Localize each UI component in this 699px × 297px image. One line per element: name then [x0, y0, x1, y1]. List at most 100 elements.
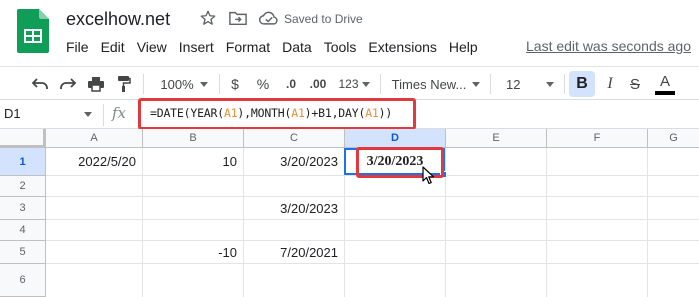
cell-g2[interactable]	[648, 176, 699, 197]
column-header-a[interactable]: A	[46, 129, 143, 148]
zoom-value: 100%	[160, 76, 194, 92]
formula-input[interactable]: =DATE(YEAR(A1),MONTH(A1)+B1,DAY(A1))	[150, 106, 392, 120]
increase-decimal-button[interactable]: .00	[305, 67, 331, 101]
menu-view[interactable]: View	[131, 38, 173, 58]
text-color-button[interactable]: A	[654, 67, 676, 101]
cell-g4[interactable]	[648, 220, 699, 241]
cell-a2[interactable]	[46, 176, 143, 197]
cell-f4[interactable]	[547, 220, 648, 241]
cell-d4[interactable]	[345, 220, 446, 241]
column-header-d[interactable]: D	[345, 129, 446, 148]
row-header-6[interactable]: 6	[0, 264, 46, 297]
row-header-3[interactable]: 3	[0, 197, 46, 220]
column-header-e[interactable]: E	[446, 129, 547, 148]
percent-format-button[interactable]: %	[254, 67, 272, 101]
cell-a3[interactable]	[46, 197, 143, 220]
fx-icon: fx	[112, 104, 127, 122]
cell-f3[interactable]	[547, 197, 648, 220]
bold-button[interactable]: B	[569, 71, 595, 97]
toolbar-divider	[490, 74, 491, 94]
row-header-2[interactable]: 2	[0, 176, 46, 197]
row-header-5[interactable]: 5	[0, 241, 46, 264]
toolbar-divider	[219, 74, 220, 94]
cell-a1[interactable]: 2022/5/20	[46, 148, 143, 176]
undo-button[interactable]	[30, 67, 50, 101]
font-family-select[interactable]: Times New...	[388, 67, 484, 101]
cell-b1[interactable]: 10	[143, 148, 244, 176]
menu-data[interactable]: Data	[276, 38, 318, 58]
cell-c2[interactable]	[244, 176, 345, 197]
spreadsheet-grid: A B C D E F G 1 2 3 4 5 6 2022/5/20 10 3…	[0, 129, 699, 297]
cell-d6[interactable]	[345, 264, 446, 297]
select-all-corner[interactable]	[0, 129, 46, 148]
cell-b4[interactable]	[143, 220, 244, 241]
zoom-select[interactable]: 100%	[152, 67, 216, 101]
italic-button[interactable]: I	[601, 67, 619, 101]
menu-format[interactable]: Format	[220, 38, 276, 58]
menu-help[interactable]: Help	[443, 38, 484, 58]
more-formats-select[interactable]: 123	[336, 67, 372, 101]
cell-f5[interactable]	[547, 241, 648, 264]
menu-extensions[interactable]: Extensions	[362, 38, 442, 58]
column-header-f[interactable]: F	[547, 129, 648, 148]
cell-a5[interactable]	[46, 241, 143, 264]
cell-b3[interactable]	[143, 197, 244, 220]
strikethrough-button[interactable]: S	[626, 67, 644, 101]
cell-e2[interactable]	[446, 176, 547, 197]
cell-d3[interactable]	[345, 197, 446, 220]
last-edit-link[interactable]: Last edit was seconds ago	[526, 38, 691, 54]
cell-g3[interactable]	[648, 197, 699, 220]
font-size-value: 12	[506, 76, 521, 92]
cell-c3[interactable]: 3/20/2023	[244, 197, 345, 220]
row-header-1[interactable]: 1	[0, 148, 46, 176]
chevron-down-icon[interactable]	[84, 112, 92, 117]
cell-b2[interactable]	[143, 176, 244, 197]
cell-e4[interactable]	[446, 220, 547, 241]
menu-edit[interactable]: Edit	[95, 38, 131, 58]
star-icon[interactable]	[199, 9, 217, 27]
more-formats-label: 123	[338, 77, 359, 91]
toolbar-divider	[143, 74, 144, 94]
menu-insert[interactable]: Insert	[173, 38, 220, 58]
cell-e3[interactable]	[446, 197, 547, 220]
column-header-g[interactable]: G	[648, 129, 699, 148]
google-sheets-logo-icon[interactable]	[17, 9, 49, 53]
cell-a4[interactable]	[46, 220, 143, 241]
name-box[interactable]: D1	[4, 106, 21, 121]
font-size-select[interactable]: 12	[500, 67, 558, 101]
document-title[interactable]: excelhow.net	[66, 9, 170, 30]
print-button[interactable]	[86, 67, 106, 101]
fill-handle[interactable]	[440, 171, 447, 178]
cell-b6[interactable]	[143, 264, 244, 297]
cell-e5[interactable]	[446, 241, 547, 264]
decrease-decimal-label: .0	[285, 77, 296, 91]
chevron-down-icon	[199, 81, 208, 87]
currency-format-button[interactable]: $	[226, 67, 244, 101]
row-header-4[interactable]: 4	[0, 220, 46, 241]
cell-b5[interactable]: -10	[143, 241, 244, 264]
menu-file[interactable]: File	[60, 38, 95, 58]
undo-icon	[31, 78, 48, 89]
cell-g6[interactable]	[648, 264, 699, 297]
cell-c6[interactable]	[244, 264, 345, 297]
cell-g5[interactable]	[648, 241, 699, 264]
paint-format-button[interactable]	[114, 67, 134, 101]
cell-a6[interactable]	[46, 264, 143, 297]
cell-f1[interactable]	[547, 148, 648, 176]
cell-c4[interactable]	[244, 220, 345, 241]
column-header-c[interactable]: C	[244, 129, 345, 148]
formula-bar: D1 fx =DATE(YEAR(A1),MONTH(A1)+B1,DAY(A1…	[0, 100, 699, 129]
cell-c1[interactable]: 3/20/2023	[244, 148, 345, 176]
redo-button[interactable]	[58, 67, 78, 101]
cell-f2[interactable]	[547, 176, 648, 197]
cell-e1[interactable]	[446, 148, 547, 176]
decrease-decimal-button[interactable]: .0	[280, 67, 302, 101]
column-header-b[interactable]: B	[143, 129, 244, 148]
cell-e6[interactable]	[446, 264, 547, 297]
cell-c5[interactable]: 7/20/2021	[244, 241, 345, 264]
cell-f6[interactable]	[547, 264, 648, 297]
cell-d5[interactable]	[345, 241, 446, 264]
cell-g1[interactable]	[648, 148, 699, 176]
menu-tools[interactable]: Tools	[318, 38, 363, 58]
move-to-folder-icon[interactable]	[229, 10, 247, 26]
